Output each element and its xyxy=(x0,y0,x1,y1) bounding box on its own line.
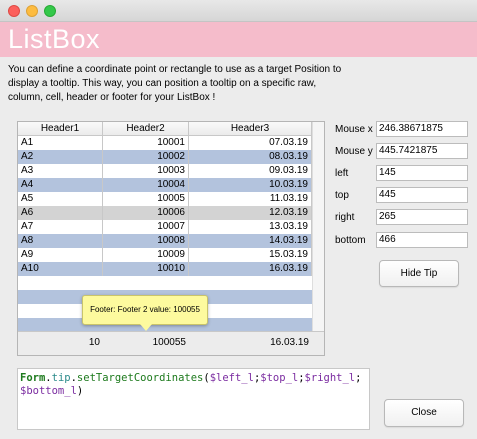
header-banner: ListBox xyxy=(0,22,477,57)
window-zoom-button[interactable] xyxy=(44,5,56,17)
list-row[interactable]: A2 10002 08.03.19 xyxy=(18,150,324,164)
column-header-3[interactable]: Header3 xyxy=(189,122,312,136)
cell: A9 xyxy=(18,248,103,262)
cell: 13.03.19 xyxy=(189,220,312,234)
list-row[interactable]: A3 10003 09.03.19 xyxy=(18,164,324,178)
cell: 08.03.19 xyxy=(189,150,312,164)
app-window: ListBox You can define a coordinate poin… xyxy=(0,0,477,439)
list-row[interactable]: A10 10010 16.03.19 xyxy=(18,262,324,276)
cell: 10004 xyxy=(103,178,189,192)
list-row[interactable]: A7 10007 13.03.19 xyxy=(18,220,324,234)
code-var: $bottom_l xyxy=(20,385,77,397)
code-form: Form xyxy=(20,372,46,384)
list-row[interactable]: A5 10005 11.03.19 xyxy=(18,192,324,206)
code-paren: ) xyxy=(76,385,84,397)
bottom-field[interactable]: 466 xyxy=(376,232,468,248)
cell: 15.03.19 xyxy=(189,248,312,262)
left-label: left xyxy=(335,168,349,179)
close-button[interactable]: Close xyxy=(384,399,464,427)
footer-cell-1: 10 xyxy=(88,337,100,348)
cell: 10008 xyxy=(103,234,189,248)
list-row[interactable]: A9 10009 15.03.19 xyxy=(18,248,324,262)
footer-cell-2: 100055 xyxy=(152,337,186,348)
cell: 10001 xyxy=(103,136,189,150)
cell: 11.03.19 xyxy=(189,192,312,206)
banner-title: ListBox xyxy=(8,24,101,54)
code-var: $left_l xyxy=(209,372,254,384)
top-field[interactable]: 445 xyxy=(376,187,468,203)
mouse-x-field[interactable]: 246.38671875 xyxy=(376,121,468,137)
cell: A5 xyxy=(18,192,103,206)
left-field[interactable]: 145 xyxy=(376,165,468,181)
mouse-y-label: Mouse y xyxy=(335,146,373,157)
column-header-1[interactable]: Header1 xyxy=(18,122,103,136)
window-minimize-button[interactable] xyxy=(26,5,38,17)
cell: A8 xyxy=(18,234,103,248)
code-var: $right_l xyxy=(304,372,356,384)
code-function: setTargetCoordinates xyxy=(76,372,204,384)
cell: A6 xyxy=(18,206,103,220)
cell: 10010 xyxy=(103,262,189,276)
cell: A2 xyxy=(18,150,103,164)
cell: 10.03.19 xyxy=(189,178,312,192)
cell: 10002 xyxy=(103,150,189,164)
cell: 10006 xyxy=(103,206,189,220)
cell: 16.03.19 xyxy=(189,262,312,276)
right-field[interactable]: 265 xyxy=(376,209,468,225)
top-label: top xyxy=(335,190,349,201)
column-header-2[interactable]: Header2 xyxy=(103,122,189,136)
cell: A1 xyxy=(18,136,103,150)
tooltip-arrow xyxy=(140,324,152,331)
cell: A3 xyxy=(18,164,103,178)
list-row[interactable]: A1 10001 07.03.19 xyxy=(18,136,324,150)
cell: 14.03.19 xyxy=(189,234,312,248)
list-row[interactable]: A4 10004 10.03.19 xyxy=(18,178,324,192)
empty-row xyxy=(18,276,324,290)
cell: 07.03.19 xyxy=(189,136,312,150)
listbox-footer[interactable]: 10 100055 16.03.19 xyxy=(18,331,324,355)
cell: 10007 xyxy=(103,220,189,234)
code-sep: ; xyxy=(355,372,362,384)
vertical-scrollbar[interactable] xyxy=(312,122,324,355)
tooltip: Footer: Footer 2 value: 100055 xyxy=(82,295,208,325)
code-view: Form.tip.setTargetCoordinates($left_l;$t… xyxy=(17,368,370,430)
list-row-selected[interactable]: A6 10006 12.03.19 xyxy=(18,206,324,220)
list-row[interactable]: A8 10008 14.03.19 xyxy=(18,234,324,248)
cell: A7 xyxy=(18,220,103,234)
title-bar xyxy=(0,0,477,22)
description-text: You can define a coordinate point or rec… xyxy=(8,64,342,103)
cell: A10 xyxy=(18,262,103,276)
code-var: $top_l xyxy=(260,372,299,384)
right-label: right xyxy=(335,212,355,223)
cell: 12.03.19 xyxy=(189,206,312,220)
cell: 10009 xyxy=(103,248,189,262)
footer-cell-3: 16.03.19 xyxy=(270,337,309,348)
code-tip: tip xyxy=(51,372,71,384)
mouse-x-label: Mouse x xyxy=(335,124,373,135)
cell: 10003 xyxy=(103,164,189,178)
mouse-y-field[interactable]: 445.7421875 xyxy=(376,143,468,159)
hide-tip-button[interactable]: Hide Tip xyxy=(379,260,459,287)
bottom-label: bottom xyxy=(335,235,366,246)
cell: 10005 xyxy=(103,192,189,206)
cell: A4 xyxy=(18,178,103,192)
cell: 09.03.19 xyxy=(189,164,312,178)
window-close-button[interactable] xyxy=(8,5,20,17)
